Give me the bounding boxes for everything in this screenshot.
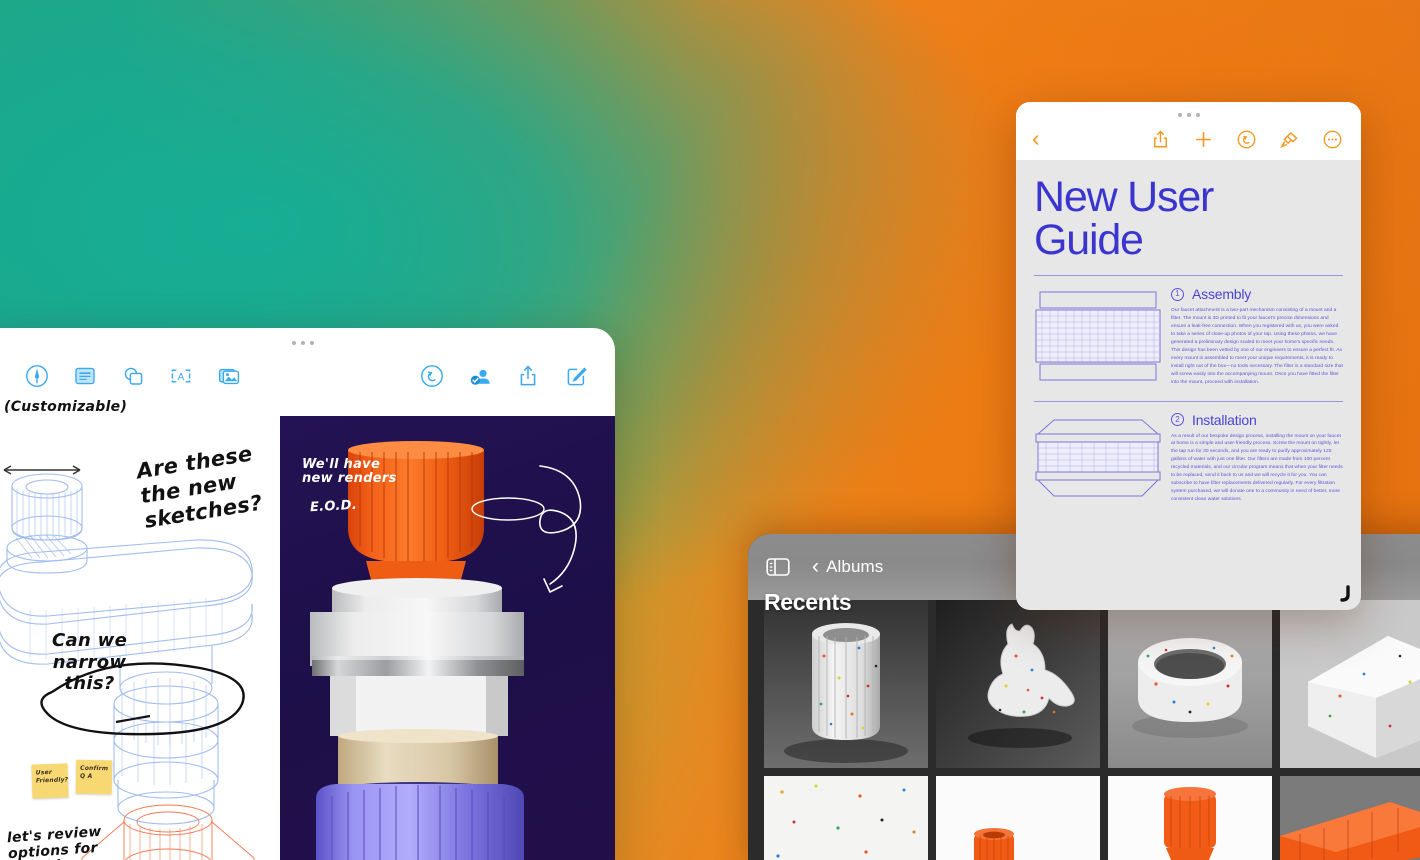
chevron-left-icon: ‹ bbox=[812, 554, 820, 578]
document-section-installation: 2 Installation As a result of our bespok… bbox=[1034, 412, 1343, 504]
annotation-lets-review: let's review options for this blue bbox=[6, 823, 103, 860]
annotation-renders: We'll have new renders bbox=[302, 457, 397, 486]
photo-thumbnail-speckled-texture[interactable] bbox=[764, 776, 928, 860]
photo-thumbnail-faucet-assembly[interactable] bbox=[1108, 776, 1272, 860]
back-button[interactable]: ‹ bbox=[1032, 127, 1040, 150]
media-icon[interactable] bbox=[216, 363, 242, 389]
desktop: ‹ Albums Recents A We'll have new render… bbox=[0, 0, 1420, 860]
window-grabber[interactable] bbox=[0, 337, 615, 349]
section-number: 2 bbox=[1171, 413, 1184, 426]
freeform-window[interactable]: A We'll have new renders E.O.D. (Customi… bbox=[0, 328, 615, 860]
text-box-icon[interactable]: A bbox=[168, 363, 194, 389]
photos-grid[interactable] bbox=[764, 586, 1420, 860]
sticky-note-confirm-qa[interactable]: Confirm Q A bbox=[75, 759, 113, 795]
window-grabber[interactable] bbox=[1016, 110, 1361, 120]
grabber-dot bbox=[1177, 113, 1182, 117]
add-icon[interactable] bbox=[1193, 129, 1214, 150]
grabber-dot bbox=[1186, 113, 1191, 117]
grabber-dot bbox=[309, 341, 314, 345]
section-title-assembly: Assembly bbox=[1192, 286, 1252, 303]
more-icon[interactable] bbox=[1322, 129, 1343, 150]
sidebar-toggle-icon[interactable] bbox=[766, 557, 790, 577]
photo-thumbnail-speckled-block[interactable] bbox=[1280, 586, 1420, 768]
annotation-renders-eod: E.O.D. bbox=[309, 497, 358, 516]
document-body[interactable]: New User Guide 1 Assembly Our faucet att… bbox=[1016, 160, 1361, 610]
sticky-line-1: Confirm bbox=[80, 764, 109, 773]
grabber-dot bbox=[1195, 113, 1200, 117]
shapes-icon[interactable] bbox=[120, 363, 146, 389]
freeform-canvas[interactable]: We'll have new renders E.O.D. (Customiza… bbox=[0, 388, 615, 860]
section-title-installation: Installation bbox=[1192, 411, 1257, 428]
sticky-line-2: Friendly? bbox=[35, 775, 69, 784]
divider bbox=[1034, 275, 1343, 277]
photo-thumbnail-ring-planter[interactable] bbox=[1108, 586, 1272, 768]
document-section-assembly: 1 Assembly Our faucet attachment is a tw… bbox=[1034, 286, 1343, 386]
svg-text:A: A bbox=[178, 372, 185, 383]
annotation-customizable: (Customizable) bbox=[4, 399, 128, 415]
annotation-can-we-narrow: Can we narrow this? bbox=[52, 630, 128, 695]
document-title: New User Guide bbox=[1034, 173, 1214, 264]
section-body-installation: As a result of our bespoke design proces… bbox=[1171, 433, 1343, 503]
undo-icon[interactable] bbox=[419, 363, 445, 389]
markup-brush-icon[interactable] bbox=[1279, 129, 1300, 150]
divider bbox=[1034, 400, 1343, 402]
compose-icon[interactable] bbox=[563, 363, 589, 389]
photo-thumbnail-faucet-mount-side[interactable] bbox=[936, 776, 1100, 860]
product-render[interactable]: We'll have new renders E.O.D. bbox=[280, 416, 615, 860]
photos-back-button[interactable]: ‹ Albums bbox=[812, 554, 884, 578]
photo-thumbnail-dog-figurine[interactable] bbox=[936, 586, 1100, 768]
undo-icon[interactable] bbox=[1236, 129, 1257, 150]
grabber-dot bbox=[300, 341, 305, 345]
section-number: 1 bbox=[1171, 287, 1184, 301]
sticky-note-user-friendly[interactable]: User Friendly? bbox=[31, 763, 69, 799]
resize-corner-icon[interactable] bbox=[1333, 584, 1353, 604]
photo-thumbnail-orange-detail[interactable] bbox=[1280, 776, 1420, 860]
mount-diagram bbox=[1034, 412, 1162, 504]
grabber-dot bbox=[291, 341, 296, 345]
section-body-assembly: Our faucet attachment is a two-part mech… bbox=[1171, 308, 1343, 385]
collaborate-icon[interactable] bbox=[467, 363, 493, 389]
ink-pen-icon[interactable] bbox=[24, 363, 50, 389]
sticky-line-2: Q A bbox=[79, 772, 93, 780]
share-icon[interactable] bbox=[1150, 129, 1171, 150]
document-window[interactable]: ‹ New User Guide 1 Assembly Our faucet a… bbox=[1016, 102, 1361, 610]
share-icon[interactable] bbox=[515, 363, 541, 389]
filter-cartridge-diagram bbox=[1034, 286, 1162, 386]
album-title: Recents bbox=[764, 589, 852, 615]
photos-back-label: Albums bbox=[826, 557, 884, 576]
sticky-note-icon[interactable] bbox=[72, 363, 98, 389]
